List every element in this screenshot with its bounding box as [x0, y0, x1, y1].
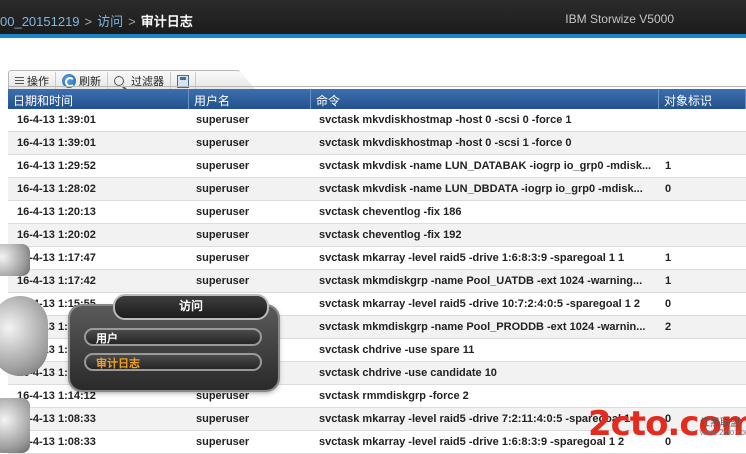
cell-command: svctask mkvdisk -name LUN_DATABAK -iogrp… [319, 160, 652, 172]
cell-object-id [659, 109, 746, 131]
breadcrumb-separator: > [84, 14, 93, 29]
cell-command: svctask mkmdiskgrp -name Pool_UATDB -ext… [319, 275, 643, 287]
cell-object-id [659, 132, 746, 154]
lock-illustration [0, 296, 48, 376]
cell-username: superuser [196, 252, 250, 264]
cell-username: superuser [196, 275, 250, 287]
cell-datetime: 16-4-13 1:28:02 [17, 183, 96, 195]
export-button[interactable] [171, 72, 196, 90]
access-popup-menu: 访问 用户 审计日志 [70, 294, 278, 390]
menu-item-audit-log[interactable]: 审计日志 [84, 353, 262, 371]
table-row[interactable]: 16-4-13 1:39:01 superuser svctask mkvdiskh… [8, 109, 746, 132]
grid-toolbar: 操作 刷新 过滤器 [8, 70, 257, 91]
column-header-username[interactable]: 用户名 [189, 89, 311, 109]
cell-username: superuser [196, 206, 250, 218]
cell-object-id: 1 [665, 160, 672, 172]
column-header-object-id[interactable]: 对象标识 [659, 89, 746, 109]
cell-object-id [659, 224, 746, 246]
cell-object-id: 0 [665, 298, 672, 310]
cell-datetime: 16-4-13 1:08:33 [17, 413, 96, 425]
device-illustration [0, 398, 30, 453]
breadcrumb-current: 审计日志 [140, 14, 193, 29]
access-menu-title: 访问 [113, 294, 269, 320]
filter-button[interactable]: 过滤器 [108, 72, 171, 90]
cell-object-id: 1 [665, 275, 672, 287]
cell-object-id [659, 339, 746, 361]
cell-datetime: 16-4-13 1:39:01 [17, 137, 96, 149]
table-row[interactable]: 16-4-13 1:39:01 superuser svctask mkvdiskh… [8, 132, 746, 155]
refresh-button[interactable]: 刷新 [56, 72, 108, 90]
table-row[interactable]: 16-4-13 1:17:47 superuser svctask mkarray … [8, 247, 746, 270]
table-row[interactable]: 16-4-13 1:20:02 superuser svctask cheventl… [8, 224, 746, 247]
table-header: 日期和时间 用户名 命令 对象标识 [8, 89, 746, 109]
cell-command: svctask cheventlog -fix 186 [319, 206, 462, 218]
actions-button[interactable]: 操作 [9, 72, 56, 90]
table-row[interactable]: 16-4-13 1:28:02 superuser svctask mkvdisk … [8, 178, 746, 201]
cell-command: svctask cheventlog -fix 192 [319, 229, 462, 241]
cell-object-id: 0 [665, 183, 672, 195]
cell-object-id: 1 [665, 252, 672, 264]
cell-command: svctask mkvdisk -name LUN_DBDATA -iogrp … [319, 183, 643, 195]
cell-username: superuser [196, 114, 250, 126]
cell-object-id: 2 [665, 321, 672, 333]
audit-log-table: 日期和时间 用户名 命令 对象标识 16-4-13 1:39:01 superus… [8, 89, 746, 454]
cell-datetime: 16-4-13 1:20:13 [17, 206, 96, 218]
column-header-command[interactable]: 命令 [311, 89, 659, 109]
cell-username: superuser [196, 229, 250, 241]
cell-command: svctask mkarray -level raid5 -drive 1:6:… [319, 252, 625, 264]
toolbar-tab-edge [239, 70, 257, 91]
cell-command: svctask mkmdiskgrp -name Pool_PRODDB -ex… [319, 321, 646, 333]
toolbar-divider [8, 86, 746, 87]
cell-command: svctask chdrive -use spare 11 [319, 344, 475, 356]
cell-datetime: 16-4-13 1:39:01 [17, 114, 96, 126]
cell-username: superuser [196, 183, 250, 195]
search-icon [114, 76, 124, 86]
header-accent-line [0, 34, 746, 38]
cell-username: superuser [196, 160, 250, 172]
watermark-text: 红黑联盟 [700, 418, 740, 429]
breadcrumb: 00_20151219 > 访问 > 审计日志 [0, 11, 193, 30]
top-header-bar: 00_20151219 > 访问 > 审计日志 IBM Storwize V5000 [0, 0, 746, 38]
cell-datetime: 16-4-13 1:17:47 [17, 252, 96, 264]
cell-command: svctask mkvdiskhostmap -host 0 -scsi 0 -… [319, 114, 572, 126]
breadcrumb-access-link[interactable]: 访问 [97, 14, 123, 29]
table-row[interactable]: 16-4-13 1:29:52 superuser svctask mkvdisk … [8, 155, 746, 178]
product-name: IBM Storwize V5000 [565, 12, 674, 26]
menu-item-users[interactable]: 用户 [84, 328, 262, 346]
cell-datetime: 16-4-13 1:29:52 [17, 160, 96, 172]
cell-command: svctask mkvdiskhostmap -host 0 -scsi 1 -… [319, 137, 572, 149]
cell-username: superuser [196, 436, 250, 448]
cell-username: superuser [196, 137, 250, 149]
table-body: 16-4-13 1:39:01 superuser svctask mkvdiskh… [8, 109, 746, 454]
table-row[interactable]: 16-4-13 1:20:13 superuser svctask cheventl… [8, 201, 746, 224]
cell-datetime: 16-4-13 1:20:02 [17, 229, 96, 241]
cell-object-id [659, 362, 746, 384]
column-header-datetime[interactable]: 日期和时间 [8, 89, 189, 109]
breadcrumb-root-link[interactable]: 00_20151219 [0, 14, 80, 29]
table-row[interactable]: 16-4-13 1:17:42 superuser svctask mkmdiskg… [8, 270, 746, 293]
cell-datetime: 16-4-13 1:08:33 [17, 436, 96, 448]
cell-object-id [659, 201, 746, 223]
watermark-url: www.2cto.com [700, 428, 746, 437]
cell-command: svctask mkarray -level raid5 -drive 10:7… [319, 298, 641, 310]
cell-command: svctask chdrive -use candidate 10 [319, 367, 497, 379]
list-icon [15, 77, 24, 85]
breadcrumb-separator: > [128, 14, 136, 29]
device-illustration [0, 244, 30, 276]
cell-datetime: 16-4-13 1:17:42 [17, 275, 96, 287]
cell-username: superuser [196, 413, 250, 425]
